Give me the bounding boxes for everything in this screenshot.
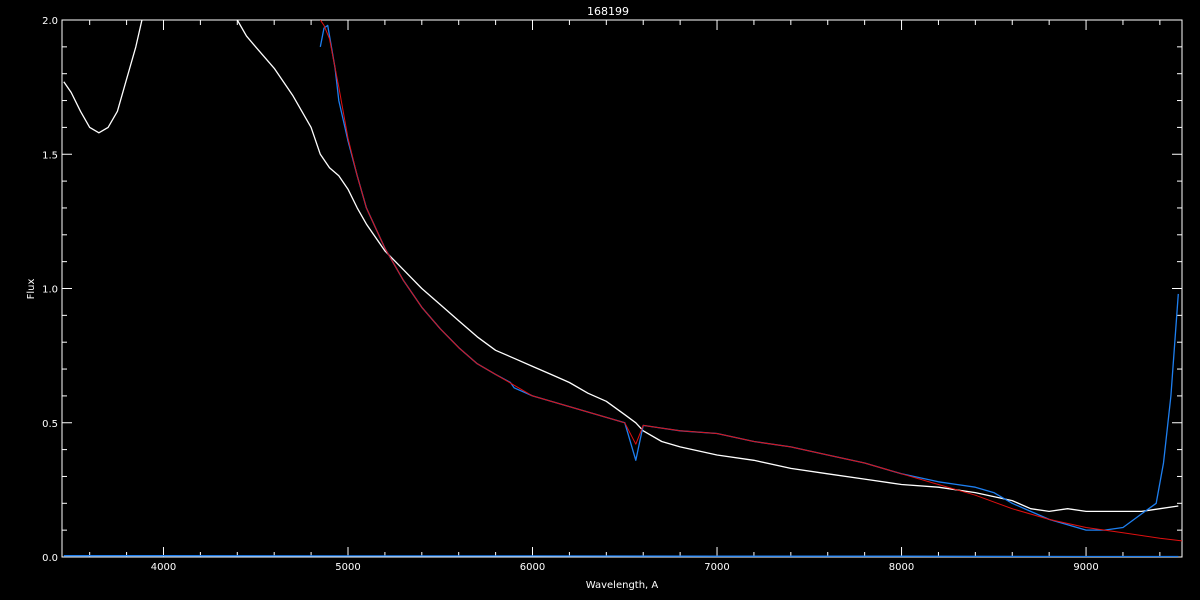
spectrum-chart: 168199 Wavelength, A Flux 4000 5000 6000 70… [0, 0, 1200, 600]
x-tick-label: 4000 [151, 562, 176, 573]
x-tick-label: 7000 [704, 562, 729, 573]
chart-title: 168199 [587, 5, 629, 18]
y-tick-label: 1.5 [42, 150, 58, 161]
x-tick-label: 9000 [1073, 562, 1098, 573]
chart-background [0, 0, 1200, 600]
y-tick-label: 0.5 [42, 419, 58, 430]
y-tick-label: 2.0 [42, 16, 58, 27]
x-tick-label: 8000 [889, 562, 914, 573]
x-tick-label: 6000 [520, 562, 545, 573]
y-tick-label: 1.0 [42, 285, 58, 296]
y-axis-label: Flux [26, 279, 37, 300]
series-line-4 [63, 555, 1179, 557]
y-tick-label: 0.0 [42, 553, 58, 564]
x-axis-label: Wavelength, A [586, 580, 659, 591]
x-tick-label: 5000 [335, 562, 360, 573]
